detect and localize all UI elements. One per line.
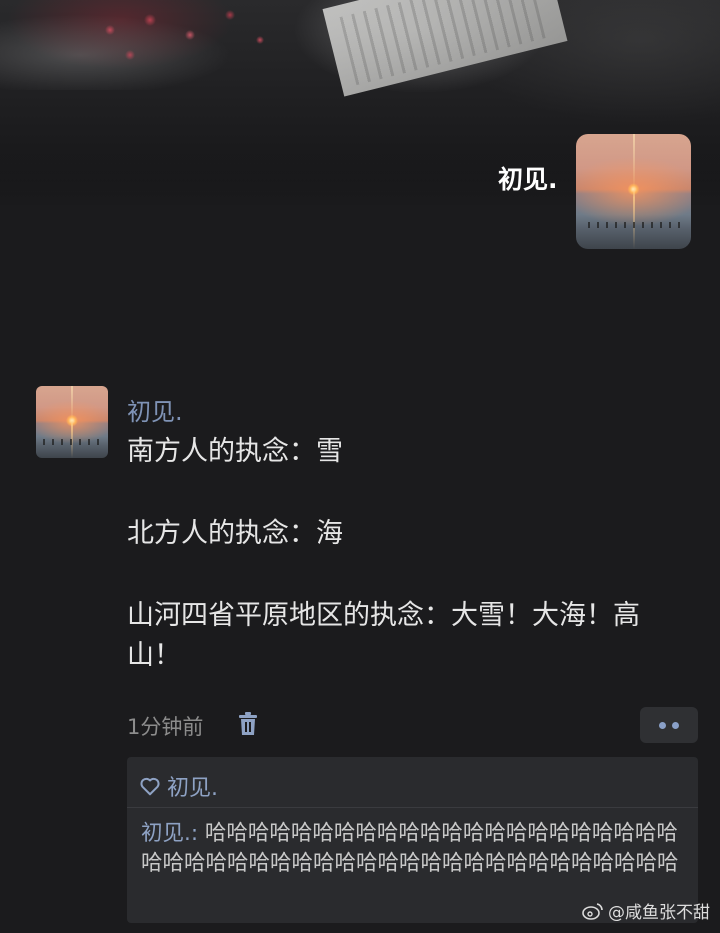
avatar-sun-beam	[632, 134, 635, 249]
heart-icon	[140, 777, 160, 796]
paper-text-decoration	[339, 0, 551, 86]
post-content: 南方人的执念：雪 北方人的执念：海 山河四省平原地区的执念：大雪！大海！高山！	[127, 432, 687, 676]
post-author-name[interactable]: 初见.	[127, 392, 183, 427]
weibo-icon	[582, 902, 603, 920]
profile-avatar[interactable]	[576, 134, 691, 249]
comment-item[interactable]: 初见.: 哈哈哈哈哈哈哈哈哈哈哈哈哈哈哈哈哈哈哈哈哈哈哈哈哈哈哈哈哈哈哈哈哈哈哈…	[141, 819, 689, 879]
comment-author[interactable]: 初见.:	[141, 821, 198, 846]
more-dots-icon	[672, 722, 679, 729]
post-avatar[interactable]	[36, 386, 108, 458]
watermark: @咸鱼张不甜	[582, 898, 710, 923]
avatar-beach-people	[587, 222, 680, 229]
likes-row: 初见.	[139, 769, 218, 803]
post-line: 北方人的执念：海	[127, 518, 343, 549]
liker-name[interactable]: 初见.	[167, 770, 218, 802]
more-dots-icon	[659, 722, 666, 729]
post-line: 山河四省平原地区的执念：大雪！大海！高山！	[127, 600, 640, 671]
comment-divider	[127, 807, 698, 808]
post-timestamp: 1分钟前	[127, 715, 204, 739]
profile-name[interactable]: 初见.	[498, 160, 558, 196]
comment-body: 哈哈哈哈哈哈哈哈哈哈哈哈哈哈哈哈哈哈哈哈哈哈哈哈哈哈哈哈哈哈哈哈哈哈哈哈哈哈哈哈…	[141, 821, 679, 876]
more-actions-button[interactable]	[640, 707, 698, 743]
trash-icon[interactable]	[236, 711, 260, 737]
avatar-sun-beam	[71, 386, 73, 458]
avatar-beach-people	[43, 439, 101, 446]
post-line: 南方人的执念：雪	[127, 436, 343, 467]
watermark-text: @咸鱼张不甜	[608, 903, 710, 923]
moments-post-page: 初见. 初见. 南方人的执念：雪 北方人的执念：海 山河四省平原地区的执念：大雪…	[0, 0, 720, 933]
flowers-decoration	[0, 0, 320, 90]
